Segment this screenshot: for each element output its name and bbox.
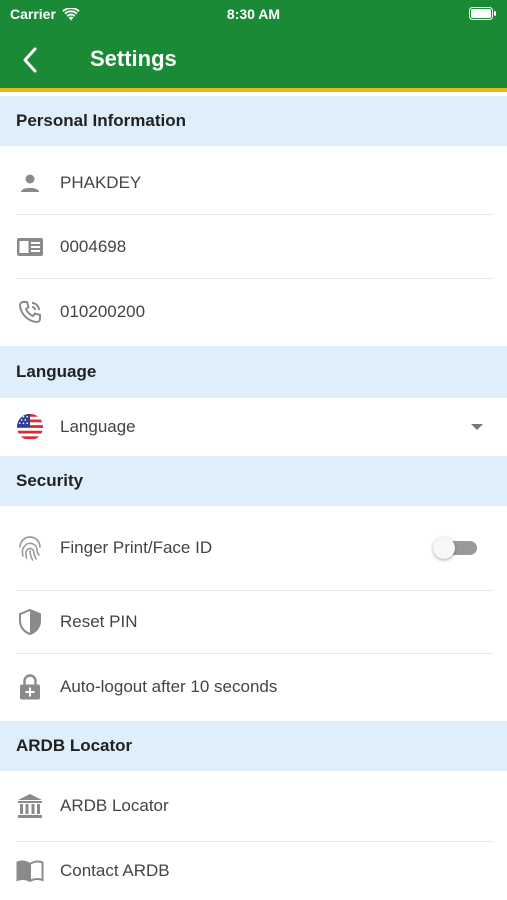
person-icon xyxy=(16,169,44,197)
user-phone: 010200200 xyxy=(60,302,146,321)
id-row: 0004698 xyxy=(0,215,507,278)
nav-bar: Settings xyxy=(0,28,507,92)
shield-icon xyxy=(16,608,44,636)
contact-ardb-label: Contact ARDB xyxy=(60,861,170,880)
reset-pin-label: Reset PIN xyxy=(60,612,138,631)
section-language: Language xyxy=(0,346,507,398)
contact-ardb-row[interactable]: Contact ARDB xyxy=(0,842,507,900)
section-security: Security xyxy=(0,456,507,506)
back-button[interactable] xyxy=(14,44,46,76)
reset-pin-row[interactable]: Reset PIN xyxy=(0,591,507,653)
caret-down-icon xyxy=(471,424,483,430)
fingerprint-row: Finger Print/Face ID xyxy=(0,506,507,590)
language-label: Language xyxy=(60,417,136,436)
user-id: 0004698 xyxy=(60,236,127,256)
us-flag-icon xyxy=(16,413,44,441)
bank-icon xyxy=(16,792,44,820)
chevron-left-icon xyxy=(23,47,37,73)
id-card-icon xyxy=(16,233,44,261)
phone-row: 010200200 xyxy=(0,279,507,345)
auto-logout-row[interactable]: Auto-logout after 10 seconds xyxy=(0,654,507,720)
name-row: PHAKDEY xyxy=(0,152,507,214)
page-title: Settings xyxy=(90,46,177,71)
section-ardb-locator: ARDB Locator xyxy=(0,721,507,771)
phone-icon xyxy=(16,298,44,326)
auto-logout-label: Auto-logout after 10 seconds xyxy=(60,677,278,696)
ardb-locator-row[interactable]: ARDB Locator xyxy=(0,771,507,841)
toggle-knob xyxy=(433,537,455,559)
user-name: PHAKDEY xyxy=(60,173,142,192)
section-personal-information: Personal Information xyxy=(0,96,507,146)
language-selector[interactable]: Language xyxy=(0,398,507,456)
ardb-locator-label: ARDB Locator xyxy=(60,796,169,815)
fingerprint-toggle[interactable] xyxy=(433,537,477,559)
book-icon xyxy=(16,857,44,885)
clock: 8:30 AM xyxy=(226,6,281,22)
lock-plus-icon xyxy=(16,673,44,701)
fingerprint-icon xyxy=(16,534,44,562)
status-bar: Carrier 8:30 AM xyxy=(0,0,507,28)
battery-icon xyxy=(469,7,496,20)
fingerprint-label: Finger Print/Face ID xyxy=(60,538,213,557)
